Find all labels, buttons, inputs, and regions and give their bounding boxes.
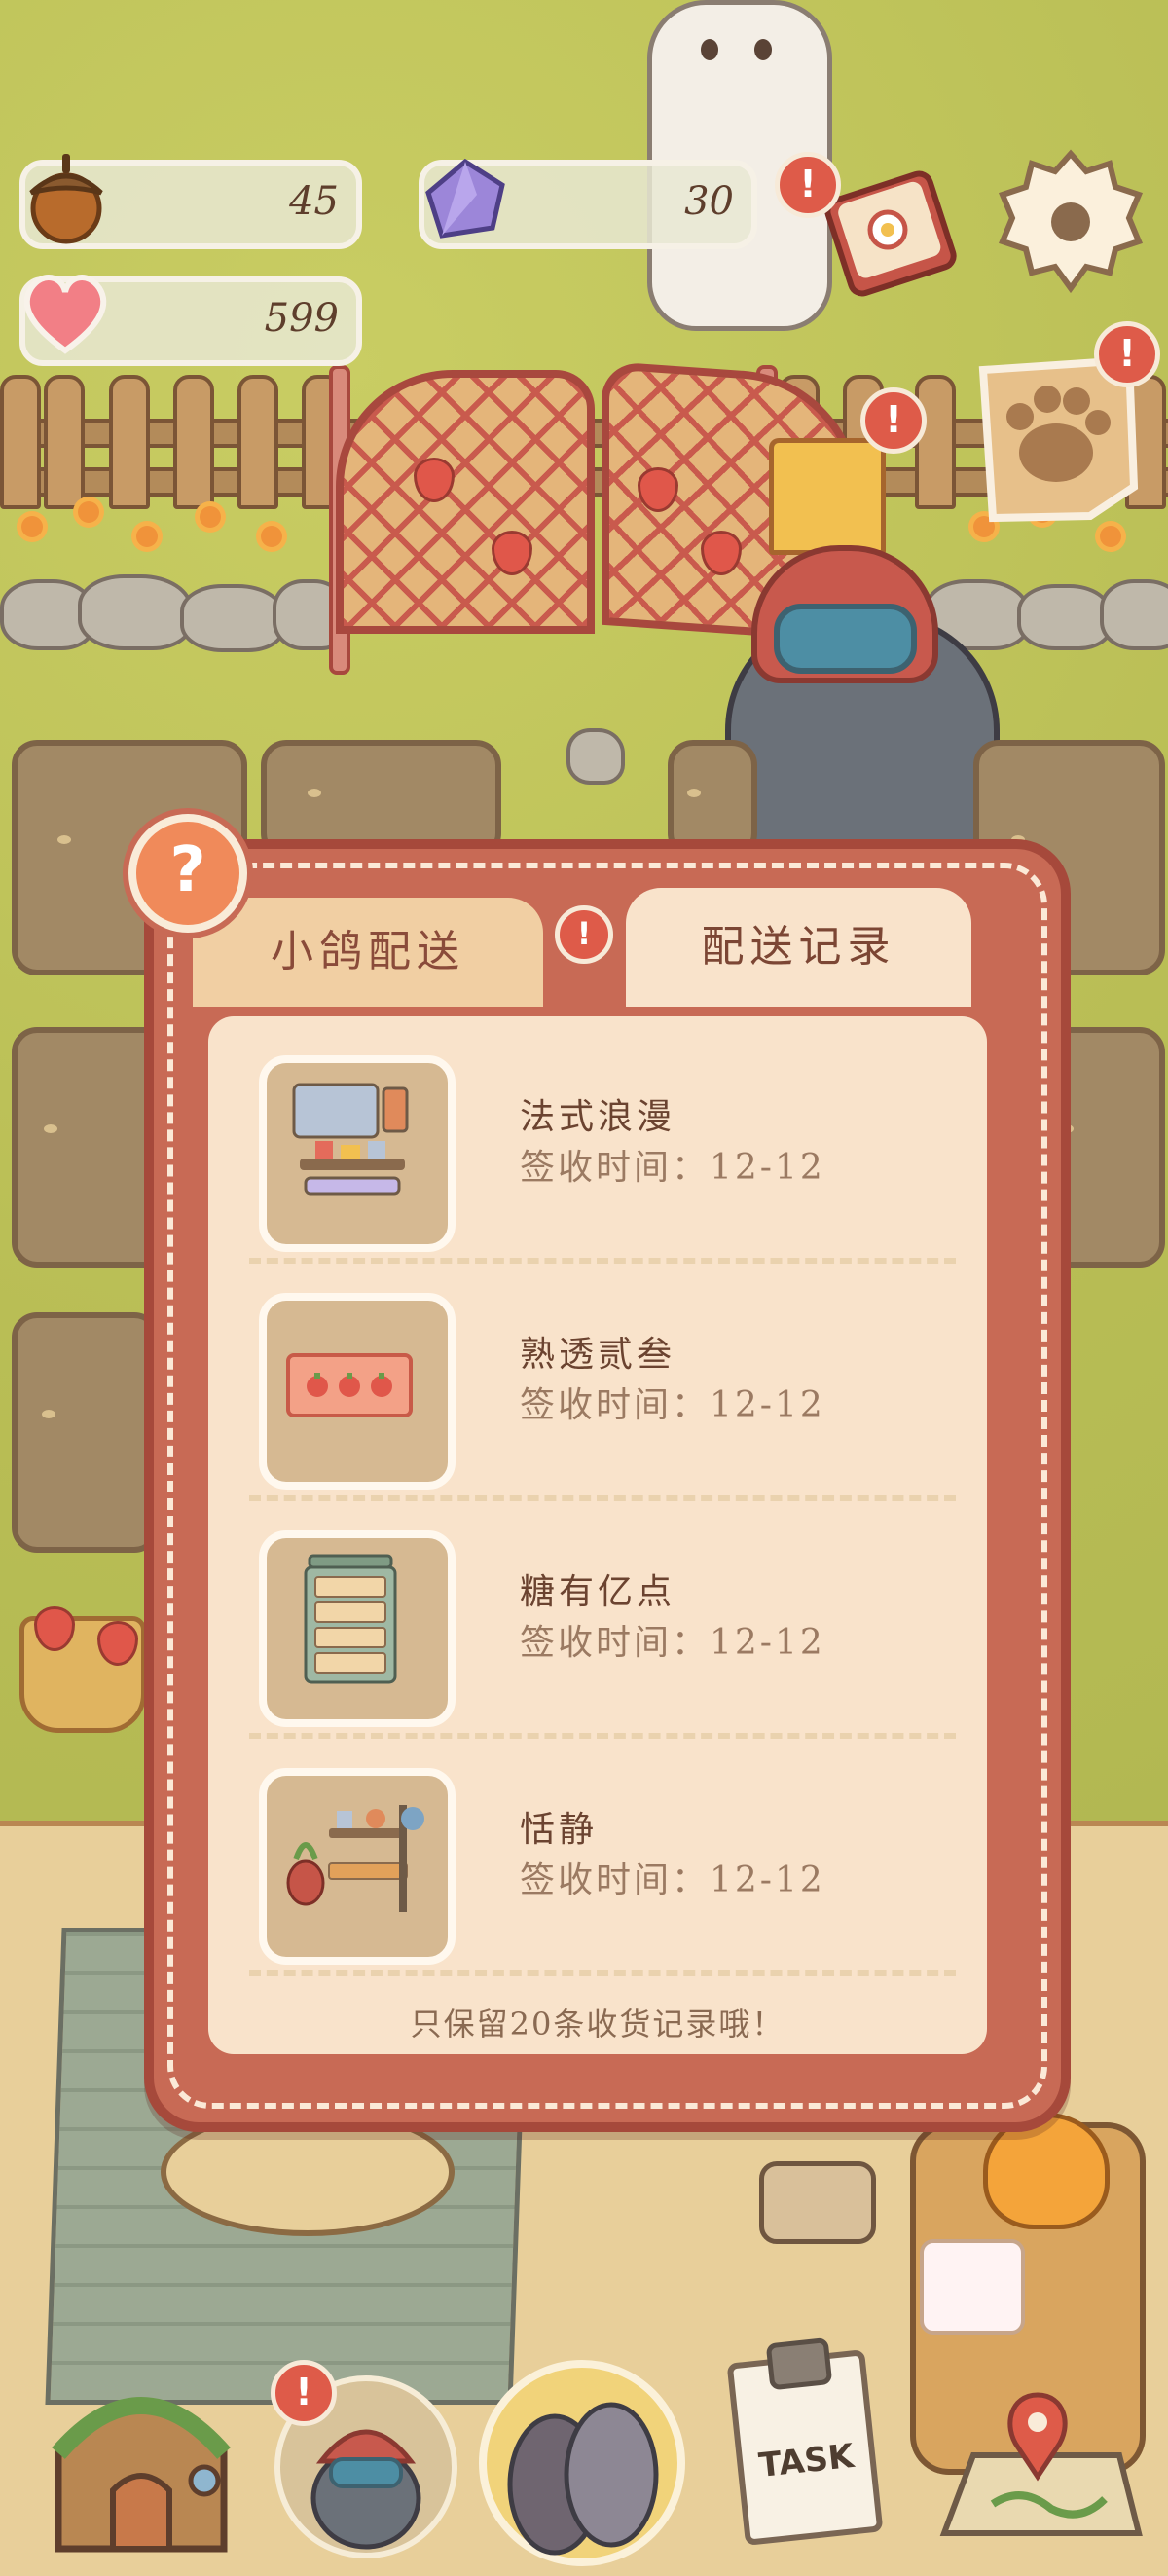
garden-gate-left[interactable] <box>336 370 595 634</box>
strawberry-rug-icon <box>259 1293 456 1490</box>
diary-alert-badge: ! <box>775 152 841 218</box>
row-divider <box>249 1733 956 1739</box>
stone <box>78 574 193 650</box>
record-time: 签收时间：12-12 <box>520 1860 825 1900</box>
pigeon-friends-button[interactable] <box>479 2360 685 2566</box>
settings-button[interactable] <box>993 144 1149 300</box>
flower-icon <box>200 506 221 528</box>
record-title: 熟透贰叁 <box>520 1335 676 1375</box>
row-divider <box>249 1258 956 1264</box>
delivery-tab-alert-badge: ! <box>555 905 613 964</box>
tree-house-icon <box>52 2397 231 2553</box>
flower-icon <box>261 526 282 547</box>
map-pin-icon <box>939 2392 1143 2536</box>
stone <box>1017 584 1113 650</box>
paw-note-alert-badge: ! <box>1094 321 1160 387</box>
record-title: 法式浪漫 <box>520 1097 676 1137</box>
stone <box>1100 579 1168 650</box>
tab-pigeon-delivery[interactable]: 小鸽配送 <box>193 898 543 1007</box>
help-button[interactable]: ? <box>128 814 247 933</box>
record-row[interactable]: 熟透贰叁 签收时间：12-12 <box>208 1271 987 1509</box>
record-row[interactable]: 恬静 签收时间：12-12 <box>208 1747 987 1984</box>
map-button[interactable] <box>934 2387 1149 2543</box>
furniture-set-icon <box>259 1055 456 1252</box>
record-title: 糖有亿点 <box>520 1572 676 1612</box>
farm-plot[interactable] <box>12 1312 160 1553</box>
flower-icon <box>78 501 99 523</box>
record-time: 签收时间：12-12 <box>520 1385 825 1425</box>
tab-pigeon-delivery-label: 小鸽配送 <box>271 927 465 976</box>
fence-post <box>173 375 214 509</box>
record-time: 签收时间：12-12 <box>520 1148 825 1188</box>
acorn-icon <box>21 148 111 245</box>
stone <box>180 584 285 652</box>
courier-goggles <box>774 604 917 674</box>
record-row[interactable]: 法式浪漫 签收时间：12-12 <box>208 1034 987 1271</box>
cake-icon <box>920 2239 1025 2335</box>
fence-post <box>915 375 956 509</box>
record-time: 签收时间：12-12 <box>520 1623 825 1663</box>
birdhouse-mailbox[interactable] <box>769 438 886 555</box>
mailbox-alert-badge: ! <box>860 387 927 454</box>
small-stool[interactable] <box>759 2161 876 2244</box>
record-title: 恬静 <box>520 1810 599 1850</box>
pigeons-icon <box>507 2402 659 2556</box>
heart-count: 599 <box>264 296 339 341</box>
fence-post <box>44 375 85 509</box>
records-limit-note: 只保留20条收货记录哦！ <box>410 2006 785 2042</box>
tab-delivery-records[interactable]: 配送记录 <box>626 888 971 1007</box>
fence-post <box>0 375 41 509</box>
garden-shelf-icon <box>259 1768 456 1965</box>
flower-icon <box>21 516 43 537</box>
delivery-records-panel: 小鸽配送 ! 配送记录 法式浪漫 签收时间：12-12 熟透贰叁 签收时间：12… <box>144 839 1071 2132</box>
gem-count: 30 <box>684 179 734 224</box>
acorn-count: 45 <box>289 179 339 224</box>
heart-icon <box>18 269 113 358</box>
cat-eye <box>701 39 718 60</box>
flower-icon <box>1100 526 1121 547</box>
clipboard-clip-icon <box>765 2337 833 2391</box>
task-label: TASK <box>756 2436 857 2485</box>
flower-icon <box>136 526 158 547</box>
tab-delivery-records-label: 配送记录 <box>701 922 896 972</box>
home-button[interactable] <box>39 2364 243 2558</box>
fence-post <box>237 375 278 509</box>
cat-eye <box>754 39 772 60</box>
task-board-button[interactable]: TASK <box>726 2337 884 2546</box>
fence-post <box>109 375 150 509</box>
purple-gem-icon <box>420 156 510 243</box>
question-mark-icon: ? <box>169 834 206 906</box>
stone <box>566 728 625 785</box>
gear-icon <box>998 149 1144 294</box>
record-row[interactable]: 糖有亿点 签收时间：12-12 <box>208 1509 987 1747</box>
records-list[interactable]: 法式浪漫 签收时间：12-12 熟透贰叁 签收时间：12-12 糖有亿点 签收时… <box>208 1016 987 2054</box>
row-divider <box>249 1970 956 1976</box>
row-divider <box>249 1495 956 1501</box>
drawer-cabinet-icon <box>259 1530 456 1727</box>
courier-alert-badge: ! <box>271 2360 337 2426</box>
